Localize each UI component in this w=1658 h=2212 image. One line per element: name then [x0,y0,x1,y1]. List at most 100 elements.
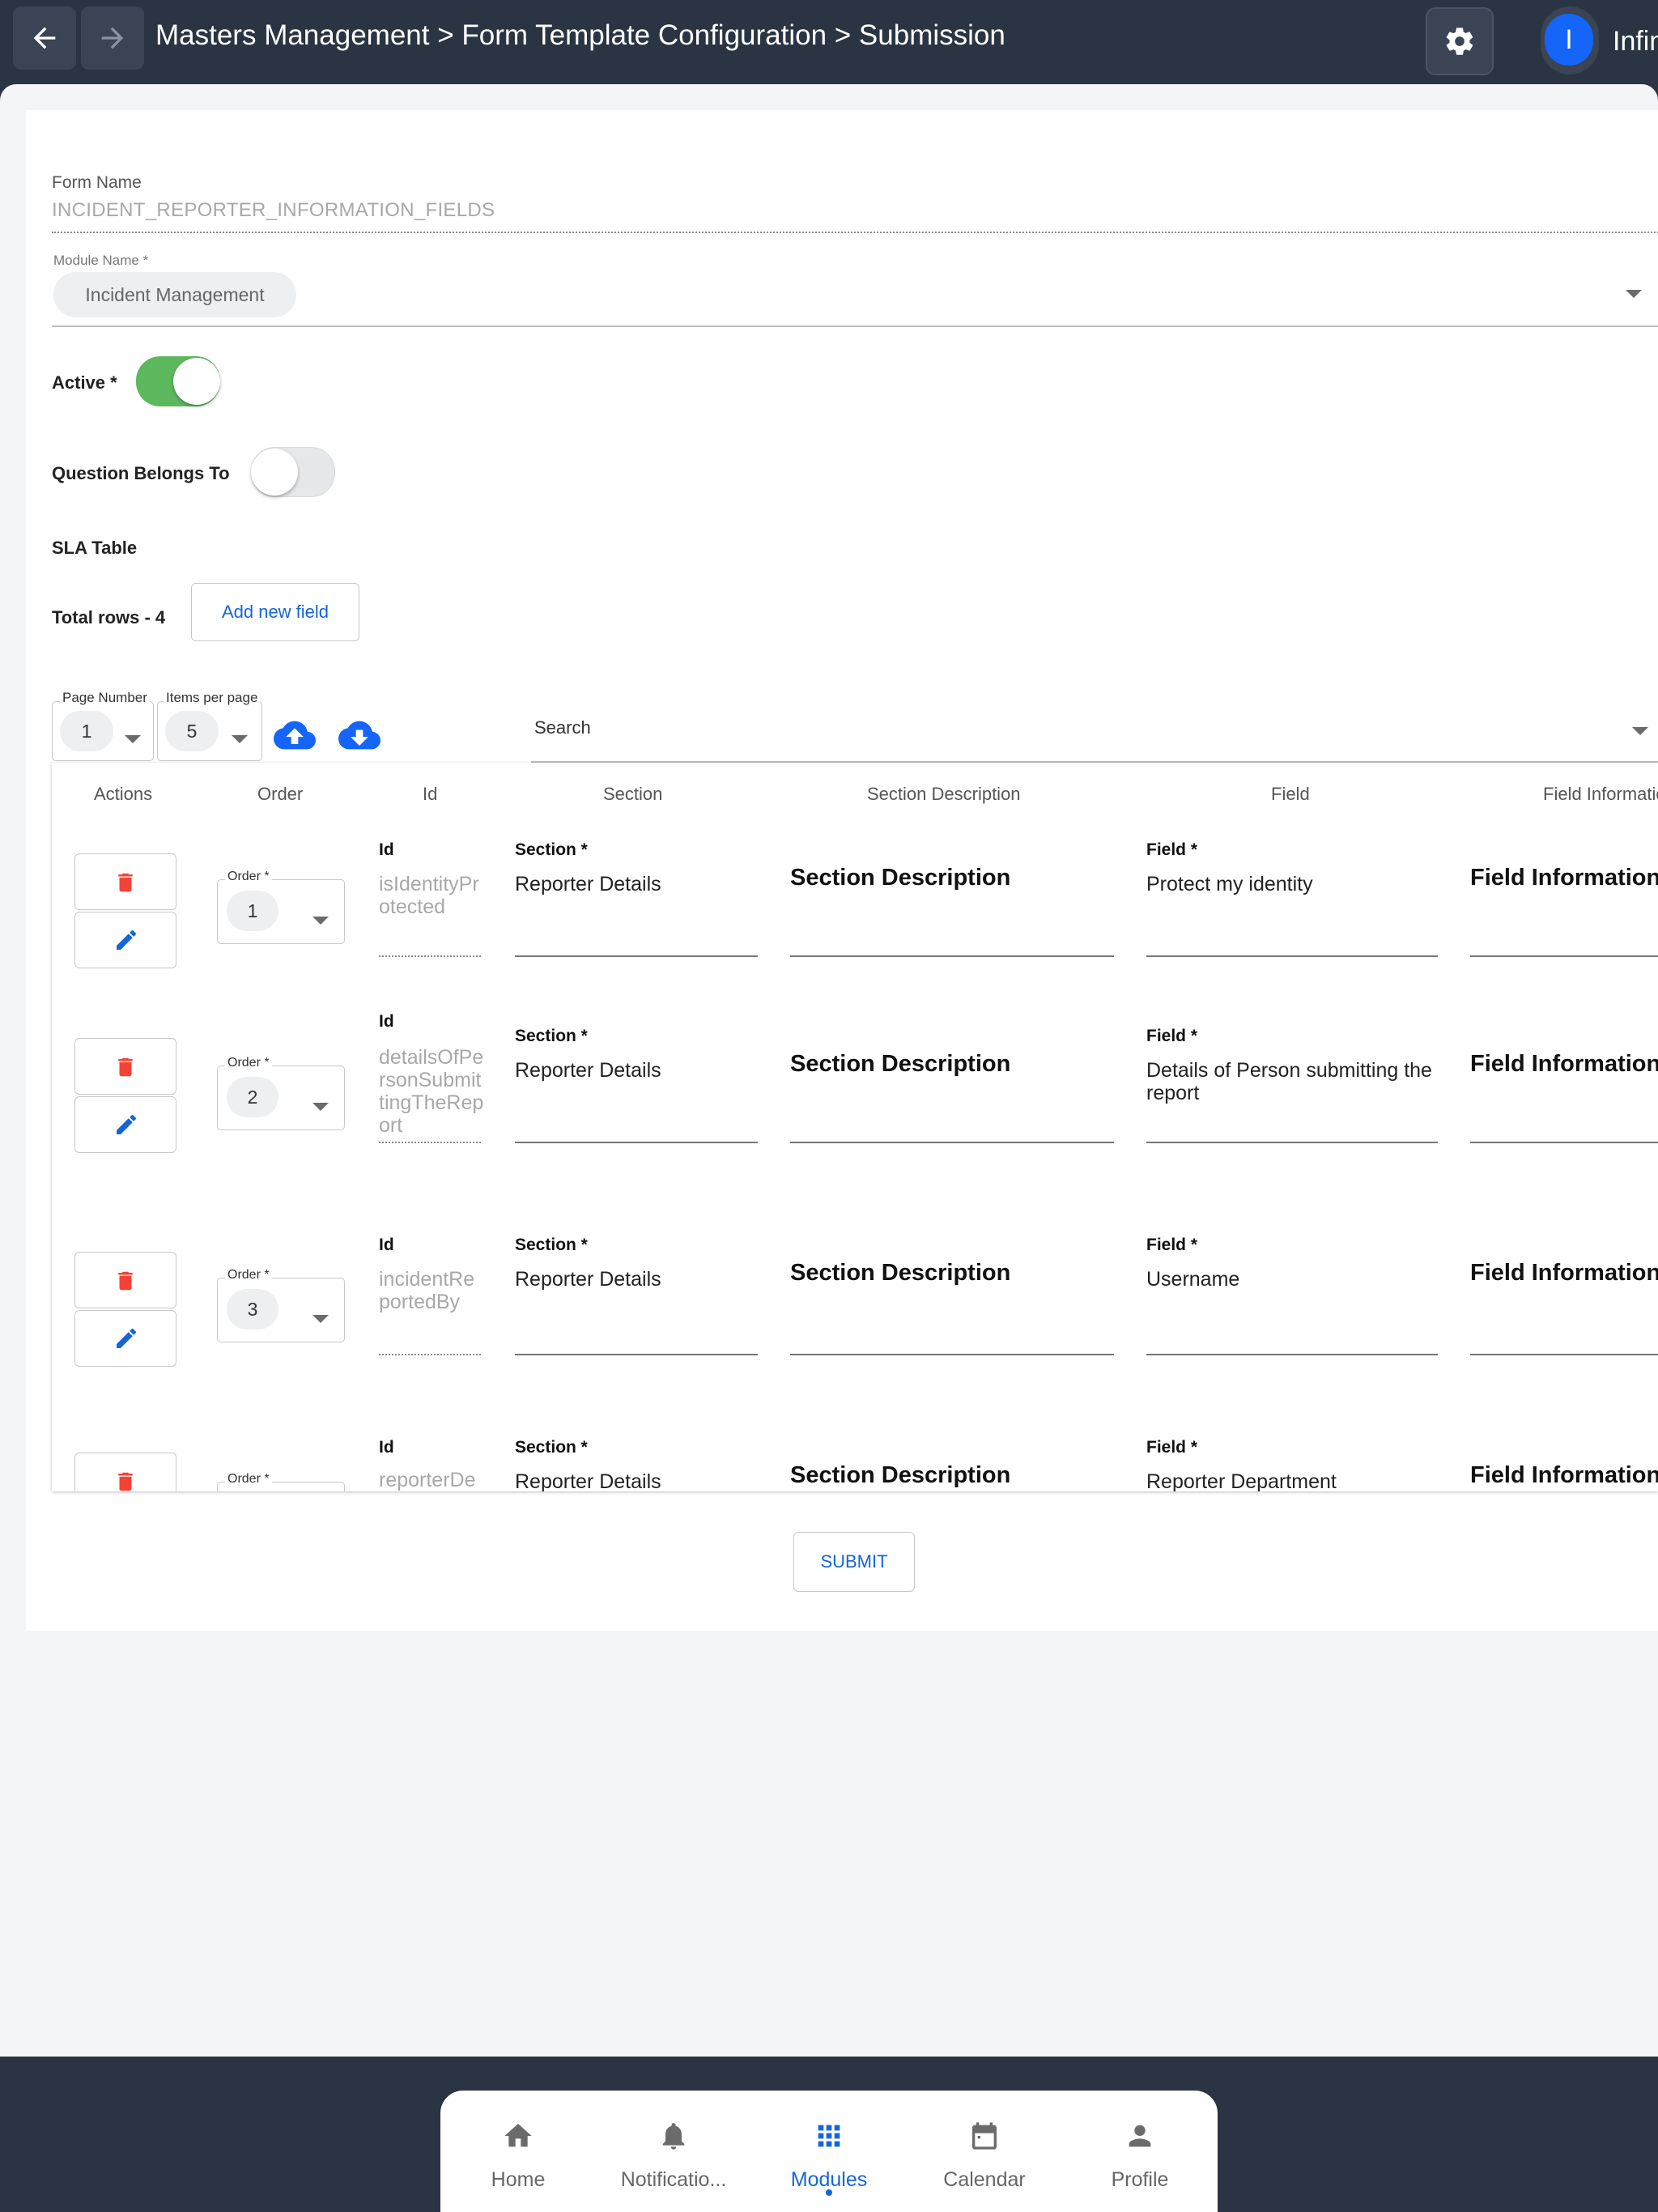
add-new-field-button[interactable]: Add new field [191,583,359,641]
nav-item-calendar[interactable]: Calendar [907,2091,1062,2212]
trash-icon [118,1472,133,1491]
field-information-underline [1470,1142,1658,1143]
active-indicator [826,2189,832,2196]
cloud-download-icon[interactable] [338,719,380,751]
field-information-input[interactable]: Field Information [1470,865,1658,891]
header-field-information: Field Information [1543,784,1658,804]
order-arrow-icon [312,917,329,925]
delete-button[interactable] [74,1038,176,1095]
nav-item-profile[interactable]: Profile [1062,2091,1218,2212]
field-information-input[interactable]: Field Information [1470,1051,1658,1078]
delete-button[interactable] [74,853,176,910]
field-information-underline [1470,955,1658,957]
nav-item-notifications[interactable]: Notificatio... [596,2091,751,2212]
edit-button[interactable] [74,1096,176,1153]
calendar-icon [972,2122,997,2150]
arrow-right-icon [101,27,124,49]
field-label: Field * [1146,840,1198,859]
section-description-input[interactable]: Section Description [790,1462,1010,1489]
arrow-left-icon [33,27,56,49]
submit-button[interactable]: SUBMIT [793,1532,915,1592]
id-label: Id [379,840,394,859]
field-underline [1146,955,1438,957]
sla-table-label: SLA Table [52,538,138,558]
content-area: Form Name INCIDENT_REPORTER_INFORMATION_… [0,84,1658,2057]
nav-label-home: Home [491,2168,546,2191]
avatar[interactable]: I [1545,14,1593,66]
module-name-chip: Incident Management [53,272,296,317]
user-name[interactable]: Infinity [1613,26,1658,57]
section-description-input[interactable]: Section Description [790,865,1010,891]
field-underline [1146,1354,1438,1355]
gear-icon [1446,28,1473,55]
cloud-upload-icon[interactable] [274,719,316,751]
module-name-label: Module Name * [53,253,149,268]
id-value: isIdentityProtected [379,873,479,918]
items-per-page-label: Items per page [164,690,261,706]
trash-icon [118,1057,133,1077]
module-underline [52,325,1658,327]
section-label: Section * [515,1438,588,1457]
sla-table: Actions Order Id Section Section Descrip… [52,763,1658,1491]
section-input[interactable]: Reporter Details [515,1059,661,1083]
pencil-icon [117,1114,137,1134]
field-input[interactable]: Reporter Department [1146,1470,1337,1491]
nav-label-profile: Profile [1111,2168,1169,2191]
total-rows-label: Total rows - 4 [52,607,166,627]
id-underline [379,955,481,957]
edit-button[interactable] [74,1310,176,1367]
search-input[interactable]: Search [534,717,591,738]
breadcrumb: Masters Management > Form Template Confi… [155,19,1005,51]
header-field: Field [1271,784,1310,804]
forward-button[interactable] [81,6,144,70]
form-name-input[interactable]: INCIDENT_REPORTER_INFORMATION_FIELDS [52,199,495,222]
section-description-input[interactable]: Section Description [790,1051,1010,1078]
back-button[interactable] [13,6,76,70]
section-input[interactable]: Reporter Details [515,1470,661,1491]
page-number-label: Page Number [60,690,150,706]
field-underline [1146,1142,1438,1143]
id-underline [379,1142,481,1143]
home-icon [504,2124,532,2147]
search-dropdown-arrow-icon[interactable] [1632,727,1648,735]
module-dropdown-arrow-icon[interactable] [1626,290,1642,298]
header-section: Section [603,784,663,804]
section-description-input[interactable]: Section Description [790,1260,1010,1287]
section-input[interactable]: Reporter Details [515,1268,661,1291]
active-toggle-knob [173,358,220,405]
id-label: Id [379,1236,394,1254]
section-underline [515,955,758,957]
order-label: Order * [225,1472,272,1487]
section-label: Section * [515,1027,588,1045]
field-label: Field * [1146,1236,1198,1254]
field-input[interactable]: Details of Person submitting the report [1146,1059,1438,1104]
order-arrow-icon [312,1315,329,1323]
page-number-value: 1 [60,711,113,751]
field-information-input[interactable]: Field Information [1470,1260,1658,1287]
header-section-description: Section Description [867,784,1021,804]
grid-icon [818,2125,840,2147]
nav-item-home[interactable]: Home [440,2091,596,2212]
delete-button[interactable] [74,1453,176,1491]
section-description-underline [790,1142,1114,1143]
order-label: Order * [225,1056,272,1070]
items-per-page-value: 5 [165,711,219,751]
field-input[interactable]: Username [1146,1268,1239,1291]
trash-icon [118,1271,133,1291]
nav-item-modules[interactable]: Modules [751,2091,907,2212]
settings-button[interactable] [1426,7,1494,75]
section-description-underline [790,955,1114,957]
edit-button[interactable] [74,912,176,968]
nav-label-modules: Modules [790,2168,868,2191]
question-belongs-label: Question Belongs To [52,463,230,483]
delete-button[interactable] [74,1252,176,1308]
id-underline [379,1354,481,1355]
id-value: incidentReportedBy [379,1268,475,1313]
field-input[interactable]: Protect my identity [1146,873,1313,896]
order-arrow-icon [312,1103,329,1111]
field-information-input[interactable]: Field Information [1470,1462,1658,1489]
id-label: Id [379,1438,394,1457]
section-input[interactable]: Reporter Details [515,873,661,896]
items-per-page-arrow-icon [232,735,248,743]
form-name-label: Form Name [52,173,142,192]
